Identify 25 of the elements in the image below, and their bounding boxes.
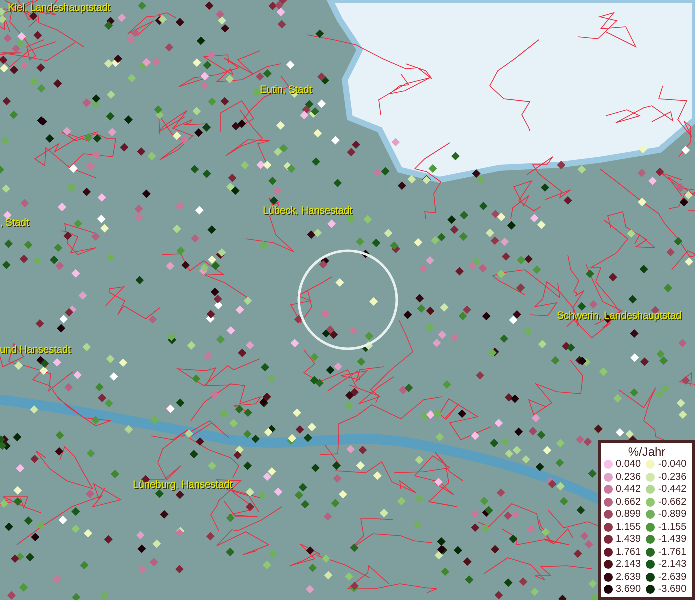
legend-value: -1.155 xyxy=(658,522,687,533)
legend-value: -0.442 xyxy=(658,484,687,496)
legend-value: -1.761 xyxy=(658,546,687,558)
legend-value: -2.639 xyxy=(658,572,687,583)
legend-value: 0.442 xyxy=(616,484,642,496)
legend-value: 0.899 xyxy=(616,509,642,520)
legend-value: 1.761 xyxy=(616,546,642,558)
legend-value: 1.155 xyxy=(616,522,642,533)
legend-value: 2.639 xyxy=(616,572,642,583)
legend-value: -1.439 xyxy=(658,534,687,546)
legend-value: -0.662 xyxy=(658,496,687,508)
legend-value: -0.040 xyxy=(658,459,687,470)
legend-title: %/Jahr xyxy=(627,444,667,458)
legend-value: 2.143 xyxy=(616,559,642,570)
legend-value: 0.040 xyxy=(616,459,642,470)
legend-value: 0.662 xyxy=(616,496,642,508)
legend-value: 0.236 xyxy=(616,472,642,483)
legend-value: -0.236 xyxy=(658,472,687,483)
legend-value: 3.690 xyxy=(616,584,642,596)
place-label: Eutin, Stadt xyxy=(260,84,312,96)
legend-value: -3.690 xyxy=(658,584,687,596)
place-label: , Stadt xyxy=(0,217,29,229)
legend-value: -2.143 xyxy=(658,559,687,570)
legend-value: -0.899 xyxy=(658,509,687,520)
legend-value: 1.439 xyxy=(616,534,642,546)
